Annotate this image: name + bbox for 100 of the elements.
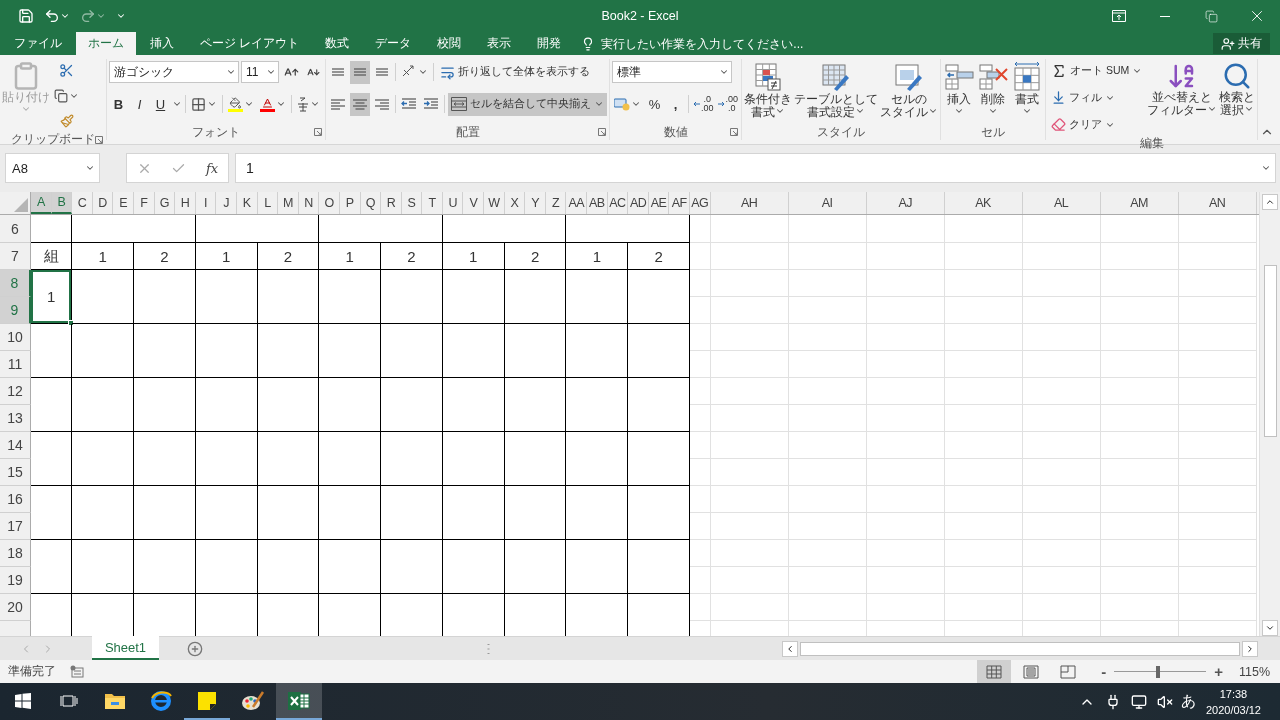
ribbon-tab[interactable]: 表示 [475, 32, 524, 55]
row-header[interactable]: 15 [0, 459, 31, 486]
zoom-in-button[interactable]: + [1212, 663, 1225, 680]
edit-button[interactable]: 検索と 選択 [1219, 59, 1256, 136]
edit-button[interactable]: クリア [1048, 113, 1146, 136]
row-header[interactable]: 12 [0, 378, 31, 405]
column-header[interactable]: A [31, 192, 52, 214]
row-header[interactable]: 11 [0, 351, 31, 378]
table-cell [442, 324, 505, 378]
row-header[interactable]: 7 [0, 243, 31, 270]
fill-handle[interactable] [68, 320, 75, 326]
style-button[interactable]: セルの スタイル [880, 59, 939, 124]
style-button[interactable]: 条件付き 書式 [744, 59, 793, 124]
column-header[interactable]: AF [669, 192, 690, 214]
align-right-icon [374, 98, 390, 110]
ribbon-tab[interactable]: 開発 [525, 32, 574, 55]
clock[interactable]: 17:38 2020/03/12 [1205, 685, 1261, 718]
font-name-field[interactable]: 游ゴシック [109, 61, 239, 83]
align-button[interactable] [350, 60, 370, 84]
dialog-launcher-icon[interactable] [95, 135, 103, 144]
dialog-launcher-icon[interactable] [314, 128, 322, 136]
ribbon-tab[interactable]: ホーム [76, 32, 136, 55]
column-header[interactable]: AE [648, 192, 670, 214]
decrease-decimal-button[interactable]: .00 .0 [716, 92, 740, 116]
insert-function-button[interactable]: fx [206, 160, 219, 176]
align-top-icon [330, 68, 346, 76]
row-header[interactable]: 16 [0, 486, 31, 513]
italic-button[interactable]: I [130, 92, 149, 116]
row-header[interactable]: 6 [0, 215, 31, 243]
ribbon-tab[interactable]: データ [363, 32, 424, 55]
view-button[interactable] [977, 660, 1012, 683]
row-header[interactable]: 17 [0, 513, 31, 540]
group-label: スタイル [817, 124, 866, 140]
sheet-tab[interactable]: Sheet1 [92, 636, 159, 660]
share-button[interactable]: 共有 [1213, 33, 1270, 54]
column-header[interactable]: AA [566, 192, 588, 214]
comma-button[interactable]: , [666, 92, 685, 116]
table-cell [690, 378, 711, 405]
taskbar-app[interactable] [276, 683, 322, 720]
row-header[interactable]: 13 [0, 405, 31, 432]
ribbon-tab[interactable]: ページ レイアウト [188, 32, 312, 55]
row-header[interactable]: 14 [0, 432, 31, 459]
column-header[interactable]: AG [690, 192, 711, 214]
column-header[interactable]: AB [587, 192, 608, 214]
table-cell [690, 432, 711, 459]
underline-button[interactable]: U [151, 92, 170, 116]
align-center-icon [352, 98, 368, 110]
scrollbar-thumb[interactable] [800, 641, 1240, 656]
row-header[interactable]: 20 [0, 594, 31, 621]
style-button[interactable]: テーブルとして 書式設定 [794, 59, 879, 124]
row-header[interactable]: 9 [0, 297, 31, 324]
edit-button[interactable]: 並べ替えと フィルター [1147, 59, 1218, 136]
bold-button[interactable]: B [109, 92, 128, 116]
tell-me-field[interactable]: 実行したい作業を入力してください... [599, 35, 850, 52]
percent-button[interactable]: % [645, 92, 664, 116]
cells-button[interactable]: 削除 [977, 59, 1010, 124]
cells-button[interactable]: 書式 [1011, 59, 1044, 124]
row-header[interactable]: 18 [0, 540, 31, 567]
table-cell [628, 378, 690, 432]
formula-field[interactable]: 1 [235, 153, 1276, 183]
ribbon-tab[interactable]: 挿入 [138, 32, 186, 55]
paintbrush-icon [59, 113, 74, 128]
caret-icon [1022, 106, 1033, 116]
zoom-slider-thumb[interactable] [1156, 665, 1161, 678]
dialog-launcher-icon[interactable] [598, 128, 606, 136]
edit-button[interactable]: フィル [1048, 86, 1146, 109]
increase-decimal-button[interactable]: .0 .00 [692, 92, 715, 116]
table-cell [72, 270, 134, 324]
scrollbar-thumb[interactable] [1263, 265, 1277, 437]
name-box[interactable]: A8 [5, 153, 100, 183]
scroll-left-button[interactable] [782, 640, 798, 657]
font-size-field[interactable]: 11 [241, 61, 279, 83]
caret-icon [594, 99, 604, 109]
scroll-up-button[interactable] [1262, 194, 1278, 210]
row-header[interactable]: 10 [0, 324, 31, 351]
column-header[interactable]: AC [607, 192, 629, 214]
row-header[interactable]: 8 [0, 270, 31, 297]
ime-indicator[interactable]: あ [1180, 692, 1196, 711]
redo-icon [80, 8, 96, 24]
row-header[interactable]: 19 [0, 567, 31, 594]
ribbon-tab[interactable]: 数式 [313, 32, 362, 55]
wrap-text-button[interactable]: 折り返して全体を表示する [437, 60, 593, 84]
ribbon-tab[interactable]: ファイル [2, 32, 74, 55]
align-button[interactable] [350, 92, 370, 116]
zoom-out-button[interactable]: - [1099, 663, 1109, 680]
scroll-right-button[interactable] [1242, 640, 1258, 657]
merge-center-button[interactable]: セルを結合して中央揃え [448, 92, 607, 116]
zoom-level[interactable]: 115% [1238, 664, 1270, 679]
macro-record-icon[interactable] [70, 665, 84, 678]
cells-button[interactable]: 挿入 [943, 59, 976, 124]
table-cell [504, 270, 567, 324]
column-header[interactable]: AD [628, 192, 649, 214]
borders-icon [191, 96, 206, 112]
scroll-down-button[interactable] [1262, 620, 1278, 636]
edit-button[interactable]: オート SUM [1048, 59, 1146, 82]
table-cell: 2 [628, 243, 690, 270]
number-format-field[interactable]: 標準 [612, 61, 732, 83]
dialog-launcher-icon[interactable] [730, 128, 739, 136]
ribbon-tab[interactable]: 校閲 [425, 32, 474, 55]
column-header[interactable]: B [51, 192, 73, 214]
